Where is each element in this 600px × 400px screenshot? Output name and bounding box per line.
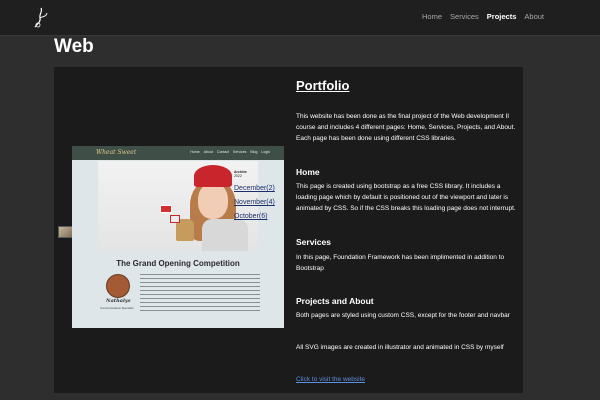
preview-nav-link: About <box>203 150 213 154</box>
preview-nav-link: Contact <box>216 150 229 154</box>
section-title-home: Home <box>296 167 320 177</box>
preview-archive-link: November(4) <box>234 199 275 206</box>
preview-archive-year: 2022 <box>234 174 242 178</box>
preview-archive-link: October(6) <box>234 213 268 220</box>
logo-icon[interactable] <box>29 5 51 31</box>
preview-body-text <box>140 274 260 314</box>
section-title-services: Services <box>296 237 331 247</box>
portfolio-intro: This website has been done as the final … <box>296 113 516 142</box>
preview-nav-link: Home <box>190 150 200 154</box>
nav-projects[interactable]: Projects <box>487 12 517 21</box>
nav-services[interactable]: Services <box>450 12 479 21</box>
nav-about[interactable]: About <box>524 12 544 21</box>
visit-website-link[interactable]: Click to visit the website <box>296 376 365 383</box>
preview-nav-links: Home About Contact Services Blog Login <box>190 150 270 154</box>
navbar: Home Services Projects About <box>0 0 600 36</box>
preview-nav-link: Services <box>232 150 247 154</box>
preview-archive: Archive 2022 December(2) November(4) Oct… <box>234 170 278 220</box>
section-title-projects-about: Projects and About <box>296 296 374 306</box>
section-text-projects-about: Both pages are styled using custom CSS, … <box>296 312 510 319</box>
preview-nav-link: Login <box>261 150 270 154</box>
preview-author-role: Communications Specialist <box>100 306 134 310</box>
preview-navbar: Wheat Sweet Home About Contact Services … <box>72 146 284 160</box>
website-preview-image: Wheat Sweet Home About Contact Services … <box>72 146 284 328</box>
preview-archive-link: December(2) <box>234 185 275 192</box>
preview-author-name: Nathalys <box>106 298 131 304</box>
preview-photo-body <box>202 219 248 251</box>
nav-home[interactable]: Home <box>422 12 442 21</box>
nav-links: Home Services Projects About <box>422 12 544 21</box>
preview-heading: The Grand Opening Competition <box>116 259 240 268</box>
preview-avatar <box>106 274 130 298</box>
preview-photo-face <box>198 183 228 219</box>
svg-note: All SVG images are created in illustrato… <box>296 344 504 351</box>
section-text-home: This page is created using bootstrap as … <box>296 183 516 212</box>
preview-nav-link: Blog <box>250 150 258 154</box>
portfolio-title: Portfolio <box>296 78 350 93</box>
preview-photo-flag <box>170 215 180 223</box>
section-text-services: In this page, Foundation Framework has b… <box>296 254 505 272</box>
preview-photo-hat <box>194 165 232 187</box>
page-title: Web <box>54 36 94 57</box>
preview-logo: Wheat Sweet <box>96 149 137 156</box>
preview-photo-flag <box>160 205 172 213</box>
